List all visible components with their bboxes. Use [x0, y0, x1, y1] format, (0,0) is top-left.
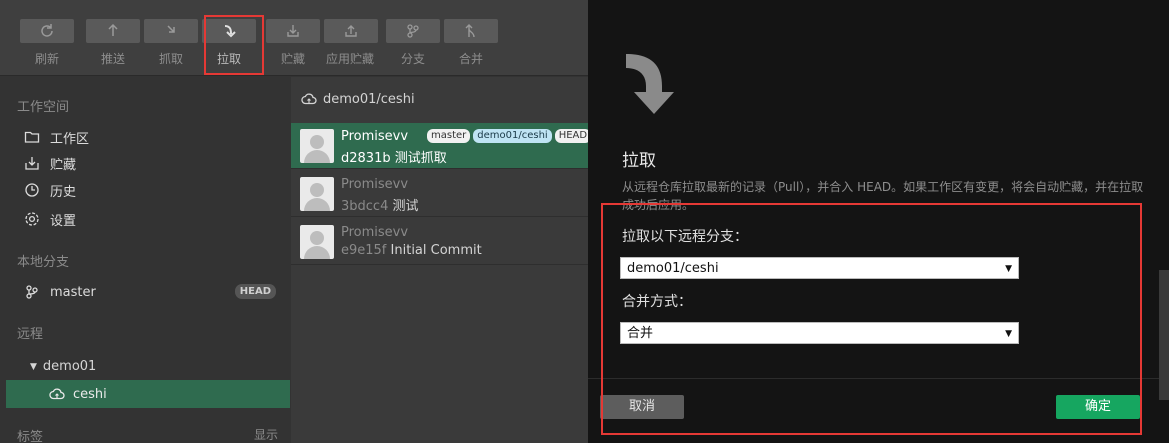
refresh-button[interactable] [20, 19, 74, 43]
pull-arrow-icon [626, 54, 674, 114]
apply-stash-icon [345, 25, 357, 37]
push-label: 推送 [100, 52, 125, 66]
fetch-button[interactable] [144, 19, 198, 43]
repo-title: demo01/ceshi [301, 91, 415, 107]
sidebar-item-stash[interactable]: 贮藏 [24, 151, 76, 175]
refresh-icon [41, 24, 53, 37]
toolbar-group-sync [20, 19, 74, 43]
branch-label: 分支 [400, 52, 425, 66]
stash-label: 贮藏 [280, 52, 305, 66]
local-branch-master[interactable]: master HEAD [0, 278, 290, 306]
avatar [300, 177, 334, 211]
remote-section-title: 远程 [17, 327, 44, 342]
remote-group-demo01[interactable]: ▼ demo01 [30, 359, 96, 374]
push-button[interactable] [86, 19, 140, 43]
commit-list: demo01/ceshi Promisevv master demo01/ces… [291, 77, 592, 443]
tags-section-title: 标签 [17, 430, 44, 443]
commit-message: 测试抓取 [394, 151, 447, 166]
pull-dialog: 拉取 从远程仓库拉取最新的记录（Pull），并合入 HEAD。如果工作区有变更，… [588, 0, 1169, 443]
apply-stash-label: 应用贮藏 [325, 52, 374, 66]
head-badge: HEAD [234, 284, 276, 299]
commit-summary: e9e15f Initial Commit [341, 243, 482, 258]
commit-row[interactable]: Promisevv e9e15f Initial Commit [291, 219, 588, 265]
repo-name: demo01/ceshi [323, 91, 415, 107]
remote-branch-name: ceshi [73, 386, 107, 402]
gear-icon [25, 212, 39, 226]
tags-show-link[interactable]: 显示 [254, 426, 278, 443]
dialog-title: 拉取 [622, 151, 656, 171]
commit-hash: e9e15f [341, 243, 387, 258]
history-icon [25, 183, 39, 197]
apply-stash-button[interactable] [324, 19, 378, 43]
commit-message: Initial Commit [390, 243, 482, 258]
toolbar: 刷新 推送 抓取 拉取 贮藏 应用贮藏 分支 合并 [0, 0, 588, 76]
commit-tags: master demo01/ceshi HEAD [427, 129, 592, 143]
dialog-options-highlight [601, 203, 1142, 435]
cloud-icon [49, 388, 65, 400]
commit-author: Promisevv [341, 225, 409, 240]
tag-head: HEAD [554, 129, 592, 143]
tag-master: master [427, 129, 471, 143]
avatar [300, 129, 334, 163]
sidebar-item-settings[interactable]: 设置 [24, 207, 76, 231]
sidebar-item-label: 设置 [50, 213, 77, 229]
merge-label: 合并 [458, 52, 483, 66]
folder-icon [24, 131, 40, 143]
app-window: 刷新 推送 抓取 拉取 贮藏 应用贮藏 分支 合并 工作空间 工作区 贮藏 历史… [0, 0, 592, 443]
avatar [300, 225, 334, 259]
cloud-icon [301, 93, 317, 105]
stash-button[interactable] [266, 19, 320, 43]
sidebar-item-history[interactable]: 历史 [24, 178, 76, 202]
branch-button[interactable] [386, 19, 440, 43]
toolbar-group-stash [266, 19, 378, 43]
branch-icon [407, 24, 419, 38]
fetch-label: 抓取 [158, 52, 183, 66]
commit-hash: 3bdcc4 [341, 199, 389, 214]
caret-down-icon: ▼ [30, 361, 37, 372]
stash-icon [287, 25, 299, 37]
local-branch-item: master [24, 280, 96, 304]
commit-author: Promisevv [341, 129, 409, 144]
commit-summary: d2831b 测试抓取 [341, 147, 447, 166]
commit-summary: 3bdcc4 测试 [341, 195, 419, 214]
commit-row[interactable]: Promisevv master demo01/ceshi HEAD d2831… [291, 123, 592, 169]
sidebar: 工作空间 工作区 贮藏 历史 设置 本地分支 master HEAD 远程 ▼ [0, 77, 290, 443]
toolbar-group-branch [386, 19, 498, 43]
merge-button[interactable] [444, 19, 498, 43]
fetch-icon [167, 25, 175, 33]
sidebar-item-workspace[interactable]: 工作区 [24, 125, 89, 149]
remote-branch-ceshi[interactable]: ceshi [6, 380, 290, 408]
workspace-section-title: 工作空间 [17, 100, 70, 115]
scrollbar[interactable] [1159, 270, 1169, 400]
remote-group-name: demo01 [42, 359, 97, 374]
sidebar-item-label: 贮藏 [50, 157, 77, 173]
sidebar-item-label: 工作区 [50, 131, 90, 147]
refresh-label: 刷新 [34, 52, 59, 66]
stash-icon [25, 157, 39, 170]
tag-remote-branch: demo01/ceshi [473, 129, 552, 143]
commit-hash: d2831b [341, 151, 391, 166]
commit-author: Promisevv [341, 177, 409, 192]
sidebar-item-label: 历史 [50, 184, 77, 200]
pull-button-highlight [204, 15, 264, 75]
local-branches-title: 本地分支 [17, 255, 70, 270]
push-icon [108, 23, 118, 36]
merge-icon [465, 24, 475, 38]
commit-message: 测试 [392, 199, 419, 214]
branch-icon [26, 285, 38, 299]
commit-row[interactable]: Promisevv 3bdcc4 测试 [291, 171, 588, 217]
local-branch-name: master [50, 284, 96, 300]
